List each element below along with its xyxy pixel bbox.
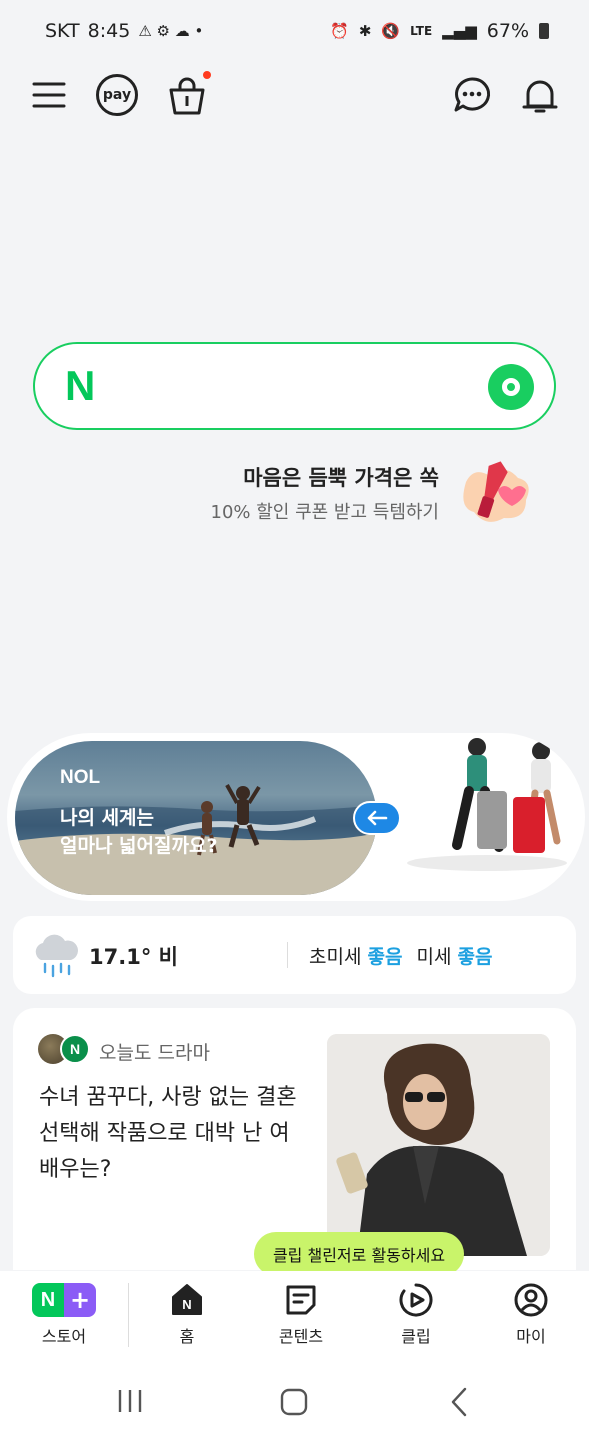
- contents-icon: [286, 1285, 316, 1315]
- pay-button[interactable]: pay: [96, 74, 138, 116]
- home-icon: N: [172, 1284, 202, 1315]
- menu-icon[interactable]: [30, 76, 68, 114]
- nav-my[interactable]: 마이: [481, 1283, 581, 1347]
- arrow-left-icon: [367, 810, 388, 826]
- home-button-icon[interactable]: [280, 1388, 308, 1420]
- nav-store-label: 스토어: [41, 1327, 87, 1346]
- promo-subtitle[interactable]: 10% 할인 쿠폰 받고 득템하기: [211, 498, 440, 524]
- status-bar: SKT 8:45 ⚠ ⚙ ☁ • ⏰ ✱ 🔇 LTE ▂▄▆ 67%: [0, 0, 589, 64]
- nav-contents-label: 콘텐츠: [278, 1327, 324, 1346]
- clock: 8:45: [87, 20, 131, 42]
- clip-icon: [399, 1283, 433, 1317]
- battery-icon: [539, 23, 549, 39]
- search-bar[interactable]: N: [33, 342, 556, 430]
- alarm-icon: ⏰: [330, 22, 349, 40]
- bell-icon[interactable]: [520, 76, 560, 116]
- news-card[interactable]: N 오늘도 드라마 수녀 꿈꾸다, 사랑 없는 결혼 선택해 작품으로 대박 난…: [13, 1008, 576, 1270]
- back-icon[interactable]: [450, 1387, 468, 1421]
- nol-banner[interactable]: NOL 나의 세계는 얼마나 넓어질까요?: [7, 733, 585, 901]
- store-badge-left: N: [32, 1283, 64, 1317]
- signal-icon: ▂▄▆: [442, 22, 477, 40]
- notification-icons: ⚠ ⚙ ☁ •: [138, 22, 204, 40]
- nav-clip-label: 클립: [401, 1327, 431, 1346]
- weather-divider: [287, 942, 288, 968]
- dust-label: 미세: [416, 946, 452, 968]
- temperature-label: 17.1° 비: [89, 945, 178, 969]
- nav-clip[interactable]: 클립: [366, 1283, 466, 1347]
- nav-home-label: 홈: [179, 1327, 195, 1346]
- source-name[interactable]: 오늘도 드라마: [99, 1038, 210, 1065]
- pay-icon: pay: [96, 74, 138, 116]
- fine-dust-label: 초미세: [309, 946, 362, 968]
- banner-line-2: 얼마나 넓어질까요?: [60, 835, 218, 857]
- system-nav-bar: [0, 1361, 589, 1440]
- nav-my-label: 마이: [516, 1327, 546, 1346]
- green-dot-icon: [502, 378, 520, 396]
- fine-dust-value: 좋음: [367, 946, 403, 968]
- nav-store[interactable]: N + 스토어: [14, 1283, 114, 1347]
- banner-line-1: 나의 세계는: [60, 807, 155, 829]
- nav-contents[interactable]: 콘텐츠: [251, 1283, 351, 1347]
- clip-challenger-tooltip[interactable]: 클립 챌린저로 활동하세요: [254, 1232, 464, 1276]
- dust-group: 미세 좋음: [416, 942, 492, 969]
- air-quality: 초미세 좋음 미세 좋음: [309, 942, 492, 969]
- bottom-nav: N + 스토어 N 홈 콘텐츠 클립 마이: [0, 1271, 589, 1361]
- network-label: LTE: [410, 24, 433, 38]
- nol-logo: NOL: [60, 767, 101, 788]
- arrow-left-button[interactable]: [353, 801, 401, 835]
- mute-icon: 🔇: [381, 22, 401, 40]
- chat-icon[interactable]: [452, 75, 492, 115]
- rain-cloud-icon: [31, 930, 79, 984]
- store-badge-right: +: [64, 1283, 96, 1317]
- news-thumbnail[interactable]: [327, 1034, 550, 1256]
- carrier-label: SKT: [45, 20, 80, 42]
- nav-home[interactable]: N 홈: [137, 1283, 237, 1347]
- banner-beach-photo: NOL 나의 세계는 얼마나 넓어질까요?: [15, 741, 377, 895]
- svg-text:N: N: [182, 1297, 191, 1312]
- shopping-bag-icon[interactable]: [165, 74, 209, 118]
- green-dot-button[interactable]: [488, 364, 534, 410]
- lipstick-illustration[interactable]: [456, 458, 534, 524]
- profile-icon: [514, 1283, 548, 1317]
- pay-label: pay: [102, 87, 132, 103]
- recent-apps-icon[interactable]: [116, 1388, 144, 1418]
- status-left: SKT 8:45 ⚠ ⚙ ☁ •: [45, 20, 203, 42]
- fine-dust-group: 초미세 좋음: [309, 942, 402, 969]
- battery-label: 67%: [486, 20, 529, 42]
- store-icon: N +: [32, 1283, 96, 1317]
- nav-divider: [128, 1283, 129, 1347]
- status-right: ⏰ ✱ 🔇 LTE ▂▄▆ 67%: [330, 20, 549, 42]
- bluetooth-icon: ✱: [358, 22, 372, 40]
- source-badge-icon: N: [60, 1034, 90, 1064]
- news-title[interactable]: 수녀 꿈꾸다, 사랑 없는 결혼 선택해 작품으로 대박 난 여배우는?: [39, 1080, 309, 1188]
- dust-value: 좋음: [457, 946, 493, 968]
- weather-card[interactable]: 17.1° 비 초미세 좋음 미세 좋음: [13, 916, 576, 994]
- naver-logo: N: [65, 362, 96, 409]
- notification-dot: [203, 71, 211, 79]
- travelers-illustration: [407, 733, 585, 901]
- promo-title[interactable]: 마음은 듬뿍 가격은 쏙: [243, 462, 439, 492]
